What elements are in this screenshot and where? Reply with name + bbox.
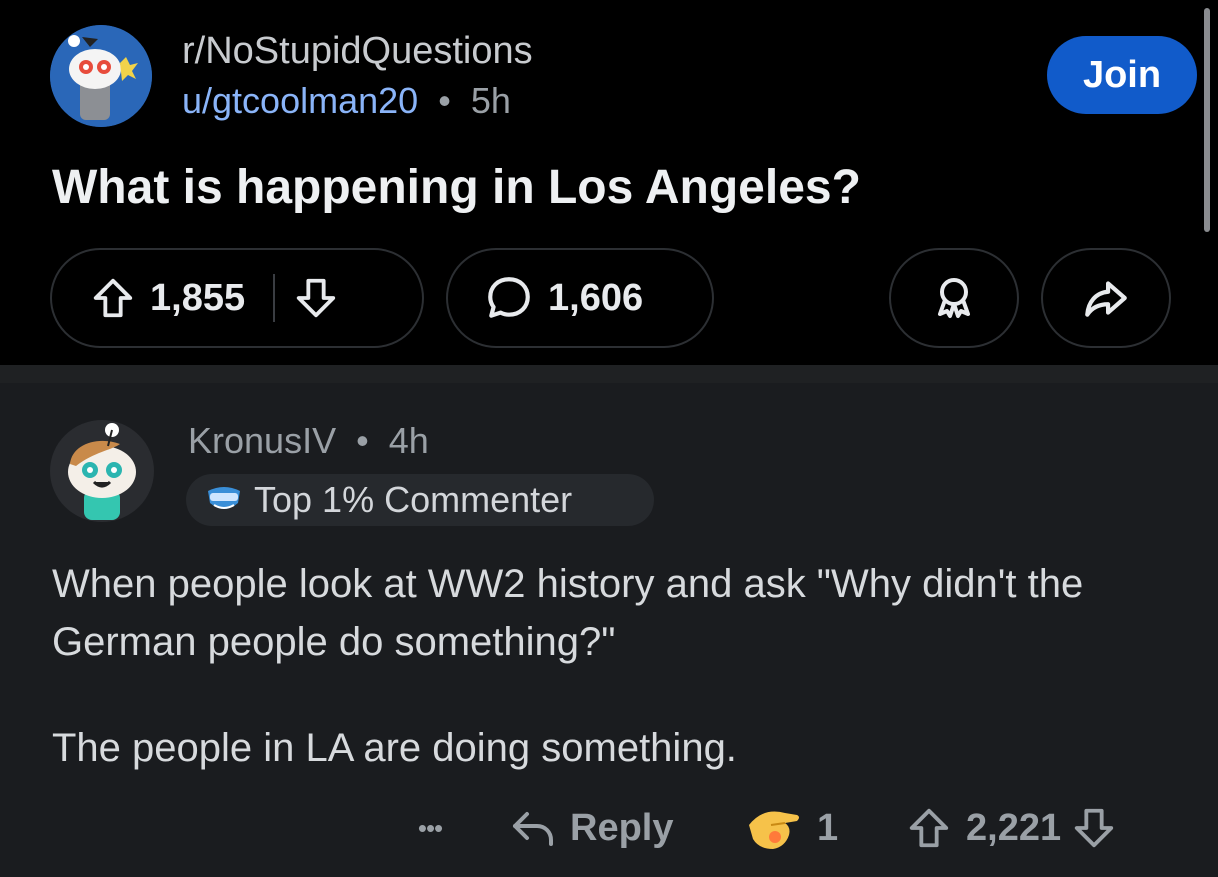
- award-ribbon-icon: [930, 274, 978, 322]
- reply-button[interactable]: Reply: [508, 800, 673, 856]
- join-button[interactable]: Join: [1047, 36, 1197, 114]
- post-author[interactable]: u/gtcoolman20: [182, 80, 418, 121]
- comments-button[interactable]: 1,606: [446, 248, 714, 348]
- comment-award[interactable]: 1: [745, 800, 838, 856]
- post-title[interactable]: What is happening in Los Angeles?: [52, 160, 861, 215]
- comment-author[interactable]: KronusIV: [188, 420, 336, 461]
- meta-separator: •: [438, 80, 451, 121]
- post-age: 5h: [470, 80, 511, 121]
- more-options-button[interactable]: •••: [405, 800, 455, 856]
- vote-divider: [273, 274, 276, 322]
- share-arrow-icon: [1081, 273, 1131, 323]
- downvote-icon[interactable]: [1071, 805, 1117, 851]
- upvote-icon[interactable]: [906, 805, 952, 851]
- subreddit-avatar[interactable]: [50, 25, 152, 127]
- comment-vote-count: 2,221: [966, 806, 1062, 849]
- downvote-icon[interactable]: [293, 275, 339, 321]
- upvote-count: 1,855: [150, 276, 246, 319]
- vote-bar: 1,855: [50, 248, 424, 348]
- comment-body: When people look at WW2 history and ask …: [52, 555, 1172, 777]
- comment-age: 4h: [388, 420, 429, 461]
- more-options-icon: •••: [417, 812, 443, 843]
- commenter-badge-icon: [204, 483, 244, 517]
- post-meta: u/gtcoolman20 • 5h: [182, 80, 511, 122]
- reply-arrow-icon: [508, 806, 558, 850]
- badge-label: Top 1% Commenter: [254, 479, 573, 520]
- meta-separator: •: [356, 420, 369, 461]
- commenter-badge[interactable]: Top 1% Commenter: [186, 474, 654, 526]
- comment-paragraph: When people look at WW2 history and ask …: [52, 562, 1084, 664]
- reply-label: Reply: [570, 806, 674, 849]
- comment-meta: KronusIV • 4h: [188, 420, 429, 462]
- award-count: 1: [817, 806, 839, 849]
- section-divider: [0, 365, 1218, 383]
- comment-paragraph: The people in LA are doing something.: [52, 726, 737, 770]
- comment-count: 1,606: [548, 276, 644, 319]
- pointing-hand-award-icon: [745, 803, 803, 853]
- post-card: r/NoStupidQuestions u/gtcoolman20 • 5h J…: [0, 0, 1218, 365]
- upvote-icon[interactable]: [90, 275, 136, 321]
- comment-icon: [484, 273, 534, 323]
- scrollbar[interactable]: [1204, 8, 1210, 232]
- commenter-avatar[interactable]: [50, 420, 154, 522]
- subreddit-name[interactable]: r/NoStupidQuestions: [182, 30, 533, 73]
- award-button[interactable]: [889, 248, 1019, 348]
- comment-vote-bar: 2,221: [906, 800, 1117, 856]
- share-button[interactable]: [1041, 248, 1171, 348]
